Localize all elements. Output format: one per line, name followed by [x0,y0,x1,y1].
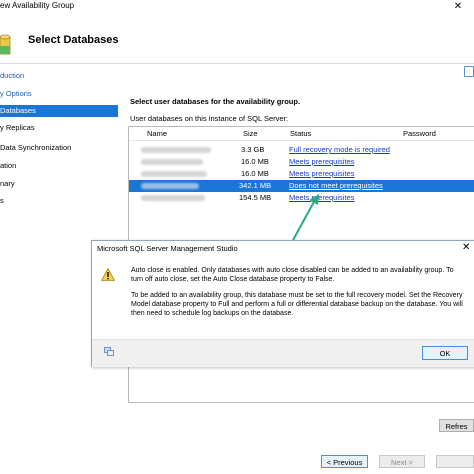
dialog-footer: OK [92,339,474,367]
column-header-status[interactable]: Status [290,129,311,138]
warning-icon [101,268,115,281]
dialog-message-auto-close: Auto close is enabled. Only databases wi… [131,267,454,283]
nav-item-specify-replicas[interactable]: y Replicas [0,122,118,134]
dialog-title: Microsoft SQL Server Management Studio [97,244,238,253]
previous-button[interactable]: < Previous [321,455,368,468]
column-header-size[interactable]: Size [243,129,258,138]
next-button[interactable]: Next > [379,455,425,468]
nav-item-results[interactable]: s [0,195,118,207]
finish-button[interactable] [436,455,474,468]
database-status-link[interactable]: Full recovery mode is required [289,145,390,154]
section-heading: Select user databases for the availabili… [130,97,301,106]
message-dialog: Microsoft SQL Server Management Studio ✕… [91,240,474,367]
window-title: ew Availability Group [0,1,75,10]
page-title: Select Databases [28,34,119,46]
copy-icon[interactable] [104,347,114,356]
table-row[interactable]: 16.0 MB Meets prerequisites [129,168,474,180]
database-name-redacted [141,147,211,153]
nav-item-introduction[interactable]: duction [0,70,118,82]
ok-button[interactable]: OK [422,346,468,360]
dialog-message-recovery-model: To be added to an availability group, th… [131,292,463,317]
annotation-arrow [292,194,319,241]
nav-item-validation[interactable]: ation [0,160,118,172]
database-name-redacted [141,159,203,165]
database-name-redacted [141,183,199,189]
database-size: 342.1 MB [239,181,272,190]
table-row[interactable]: 3.3 GB Full recovery mode is required [129,144,474,156]
database-size: 154.5 MB [239,193,272,202]
help-icon[interactable] [464,66,474,77]
nav-item-select-databases[interactable]: Databases [0,105,118,117]
database-name-redacted [141,195,205,201]
title-bar: ew Availability Group ✕ [0,0,474,14]
instance-label: User databases on this instance of SQL S… [130,114,289,123]
table-header: Name Size Status Password [129,127,474,141]
nav-item-data-synchronization[interactable]: Data Synchronization [0,142,118,154]
database-status-link[interactable]: Does not meet prerequisites [289,181,383,190]
refresh-button[interactable]: Refres [439,419,474,432]
window-close-button[interactable]: ✕ [442,0,474,14]
table-row[interactable]: 16.0 MB Meets prerequisites [129,156,474,168]
table-row-selected[interactable]: 342.1 MB Does not meet prerequisites [129,180,474,192]
database-name-redacted [141,171,207,177]
database-size: 16.0 MB [241,169,269,178]
column-header-password[interactable]: Password [403,129,436,138]
page-header: Select Databases [0,14,474,64]
database-status-link[interactable]: Meets prerequisites [289,157,354,166]
database-size: 16.0 MB [241,157,269,166]
database-icon [0,34,11,55]
column-header-name[interactable]: Name [147,129,167,138]
database-size: 3.3 GB [241,145,265,154]
database-status-link[interactable]: Meets prerequisites [289,169,354,178]
nav-item-specify-options[interactable]: y Options [0,88,118,100]
nav-item-summary[interactable]: nary [0,178,118,190]
dialog-close-button[interactable]: ✕ [462,242,470,253]
